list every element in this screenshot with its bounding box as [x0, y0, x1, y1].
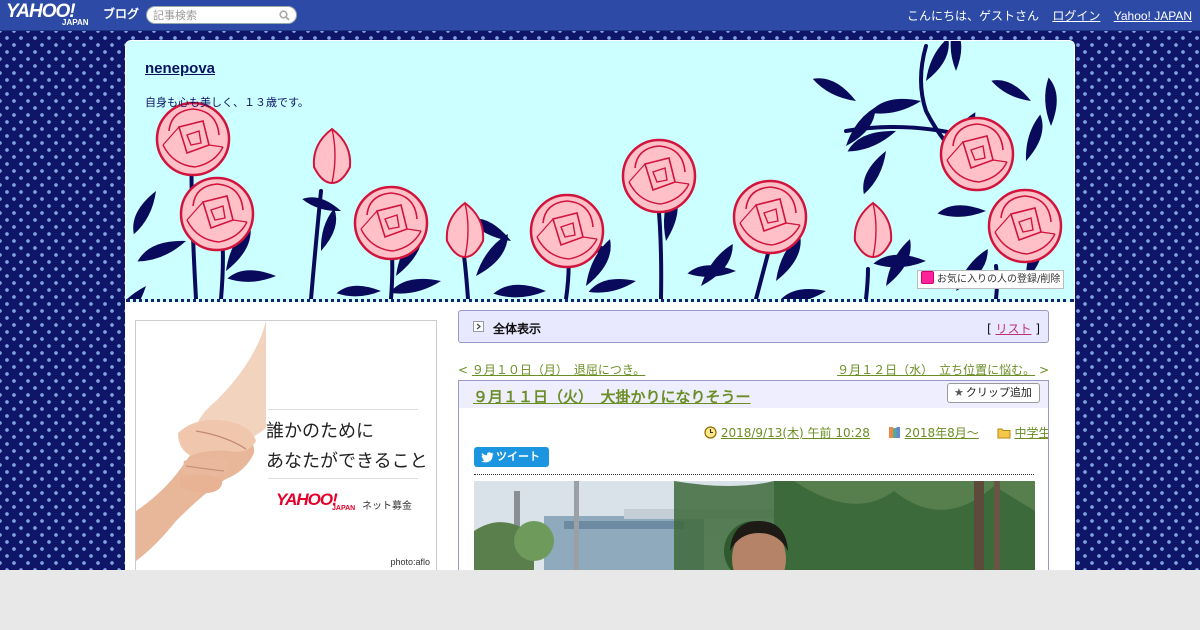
view-all-bar: 全体表示 [ リスト ] [458, 310, 1049, 343]
view-all-label[interactable]: 全体表示 [493, 320, 541, 337]
holding-hands-image [136, 321, 266, 561]
ad-service-name: ネット募金 [362, 501, 412, 512]
top-bar: YAHOO! JAPAN ブログ こんにちは、ゲストさん ログイン Yahoo!… [0, 0, 1200, 31]
article-book-link[interactable]: 2018年8月～ [905, 426, 979, 440]
login-link[interactable]: ログイン [1052, 9, 1100, 23]
article-title-bar: ９月１１日（火） 大掛かりになりそうー ★ クリップ追加 [459, 381, 1048, 408]
page-footer-area [0, 570, 1200, 630]
blog-logo-text: ブログ [103, 7, 140, 21]
ad-yahoo-logo: YAHOO! JAPAN [276, 490, 355, 512]
folder-icon [997, 428, 1011, 439]
article-divider [474, 474, 1034, 475]
article-meta: 2018/9/13(木) 午前 10:28 2018年8月～ 中学生 [704, 424, 1048, 441]
clip-add-button[interactable]: ★ クリップ追加 [947, 383, 1040, 403]
star-icon: ★ [954, 386, 964, 399]
greeting-text: こんにちは、ゲストさん [907, 9, 1040, 23]
article-category-link[interactable]: 中学生 [1014, 426, 1048, 440]
blog-header: nenepova 自身も心も美しく、１３歳です。 お気に入りの人の登録/削除 [126, 41, 1074, 302]
ad-logo-text: YAHOO! [276, 490, 338, 509]
search-box [146, 6, 297, 24]
article: ９月１１日（火） 大掛かりになりそうー ★ クリップ追加 2018/9/13(木)… [458, 380, 1049, 570]
prev-article-link[interactable]: ９月１０日（月） 退屈につき。 [472, 363, 645, 377]
prev-arrow: < [458, 363, 469, 377]
charity-ad[interactable]: 誰かのために あなたができること YAHOO! JAPAN ネット募金 phot… [135, 320, 437, 570]
article-photo[interactable] [474, 481, 1035, 570]
yahoo-blog-logo[interactable]: YAHOO! JAPAN ブログ [6, 2, 139, 27]
twitter-bird-icon [481, 452, 494, 463]
favorite-button-label: お気に入りの人の登録/削除 [937, 274, 1061, 285]
next-article: ９月１２日（水） 立ち位置に悩む。 > [837, 361, 1049, 378]
yahoo-logo-sub: JAPAN [62, 18, 89, 27]
rose-header-illustration [126, 41, 1072, 299]
next-article-link[interactable]: ９月１２日（水） 立ち位置に悩む。 [837, 363, 1035, 377]
tweet-label: ツイート [496, 450, 540, 463]
view-all-icon [473, 321, 484, 332]
yahoo-japan-link[interactable]: Yahoo! JAPAN [1114, 9, 1192, 23]
blog-container: nenepova 自身も心も美しく、１３歳です。 お気に入りの人の登録/削除 誰… [125, 40, 1075, 570]
top-links: こんにちは、ゲストさん ログイン Yahoo! JAPAN [907, 7, 1192, 24]
clock-icon [704, 426, 717, 439]
tweet-button[interactable]: ツイート [474, 447, 549, 467]
ad-photo-credit: photo:aflo [390, 557, 430, 567]
blog-description: 自身も心も美しく、１３歳です。 [145, 96, 309, 109]
next-arrow: > [1038, 363, 1049, 377]
clip-button-label: クリップ追加 [965, 386, 1032, 399]
search-input[interactable] [153, 8, 277, 22]
favorite-icon [921, 271, 934, 284]
list-link-group: [ リスト ] [987, 320, 1040, 337]
search-icon[interactable] [279, 10, 290, 21]
article-photo-image [474, 481, 1035, 570]
article-title[interactable]: ９月１１日（火） 大掛かりになりそうー [473, 386, 751, 407]
book-icon [888, 427, 900, 438]
ad-rule-bottom [268, 478, 418, 479]
favorite-register-button[interactable]: お気に入りの人の登録/削除 [917, 270, 1064, 289]
prev-article: < ９月１０日（月） 退屈につき。 [458, 361, 645, 378]
article-date[interactable]: 2018/9/13(木) 午前 10:28 [721, 426, 870, 440]
list-link[interactable]: リスト [995, 322, 1031, 336]
list-bracket-close: ] [1035, 322, 1040, 336]
ad-logo-sub: JAPAN [332, 505, 356, 512]
blog-title[interactable]: nenepova [145, 60, 215, 77]
ad-line-1: 誰かのために [266, 421, 374, 442]
ad-line-2: あなたができること [266, 451, 428, 472]
list-bracket-open: [ [986, 322, 992, 336]
ad-rule-top [268, 409, 418, 410]
